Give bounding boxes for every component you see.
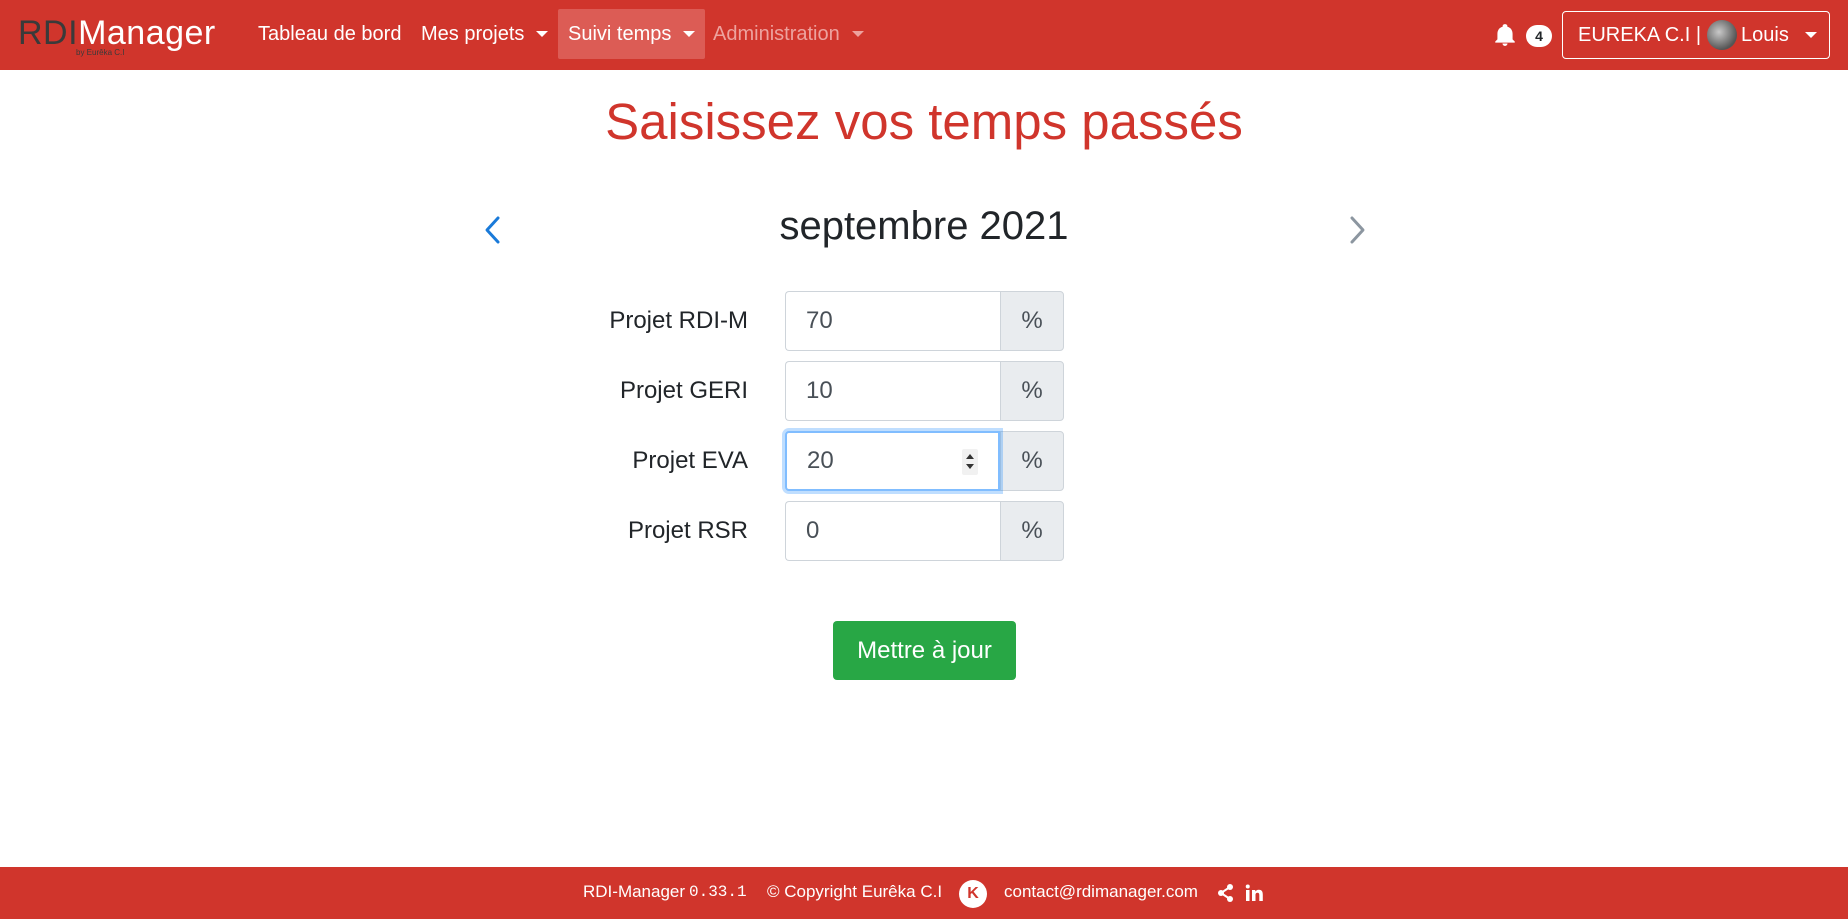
input-group: 70 %	[785, 291, 1064, 351]
brand-subtitle: by Eurêka C.I	[76, 48, 125, 57]
user-company: EUREKA C.I |	[1578, 23, 1702, 46]
project-label: Projet RDI-M	[609, 307, 748, 334]
nav-administration-label: Administration	[713, 22, 840, 45]
avatar	[1707, 20, 1738, 50]
project-label: Projet EVA	[632, 447, 748, 474]
chevron-down-icon	[1804, 32, 1817, 38]
percent-addon: %	[1000, 501, 1064, 561]
nav-administration[interactable]: Administration	[703, 9, 874, 59]
time-row: Projet RDI-M 70 %	[560, 291, 1064, 351]
time-row: Projet GERI 10 %	[560, 361, 1064, 421]
project-eva-input[interactable]: 20	[785, 431, 1000, 491]
number-spinner[interactable]	[962, 449, 978, 475]
notification-badge[interactable]: 4	[1526, 25, 1552, 47]
input-group: 20 %	[785, 431, 1064, 491]
percent-addon: %	[1000, 291, 1064, 351]
page-title: Saisissez vos temps passés	[605, 93, 1243, 150]
share-icon[interactable]	[1216, 883, 1236, 903]
user-menu-button[interactable]: EUREKA C.I | Louis	[1562, 11, 1830, 59]
month-label: septembre 2021	[779, 204, 1069, 248]
percent-addon: %	[1000, 361, 1064, 421]
project-rdi-m-input[interactable]: 70	[785, 291, 1000, 351]
eureka-logo-icon[interactable]: K	[959, 880, 987, 908]
project-label: Projet RSR	[627, 517, 748, 544]
chevron-right-icon[interactable]	[1342, 212, 1372, 248]
project-rsr-input[interactable]: 0	[785, 501, 1000, 561]
footer-app-name: RDI-Manager	[583, 882, 686, 901]
brand-logo[interactable]: RDIManager by Eurêka C.I	[18, 12, 230, 57]
input-group: 10 %	[785, 361, 1064, 421]
nav-suivi-temps[interactable]: Suivi temps	[558, 9, 706, 59]
chevron-down-icon	[536, 31, 549, 37]
project-geri-input[interactable]: 10	[785, 361, 1000, 421]
footer: RDI-Manager 0.33.1 © Copyright Eurêka C.…	[0, 867, 1848, 919]
nav-suivi-temps-label: Suivi temps	[568, 22, 672, 45]
chevron-down-icon	[851, 31, 864, 37]
footer-email-link[interactable]: contact@rdimanager.com	[1004, 882, 1198, 902]
chevron-down-icon	[683, 31, 696, 37]
nav-mes-projets-label: Mes projets	[421, 22, 525, 45]
percent-addon: %	[1000, 431, 1064, 491]
user-name: Louis	[1741, 23, 1789, 46]
time-row: Projet RSR 0 %	[560, 501, 1064, 561]
nav-tableau-de-bord[interactable]: Tableau de bord	[248, 9, 411, 59]
project-label: Projet GERI	[619, 377, 748, 404]
footer-copyright: © Copyright Eurêka C.I	[767, 882, 943, 901]
footer-version: 0.33.1	[689, 883, 747, 901]
linkedin-icon[interactable]	[1244, 883, 1264, 903]
input-group: 0 %	[785, 501, 1064, 561]
nav-mes-projets[interactable]: Mes projets	[411, 9, 558, 59]
top-navbar: RDIManager by Eurêka C.I Tableau de bord…	[0, 0, 1848, 70]
update-button[interactable]: Mettre à jour	[833, 621, 1016, 680]
bell-icon[interactable]	[1492, 22, 1518, 48]
nav-tableau-de-bord-label: Tableau de bord	[258, 22, 402, 45]
project-eva-value: 20	[807, 447, 834, 474]
time-row: Projet EVA 20 %	[560, 431, 1064, 491]
